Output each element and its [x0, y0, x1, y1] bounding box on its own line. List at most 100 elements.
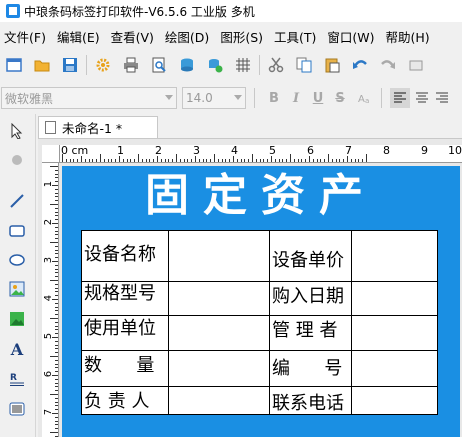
ruler-tick [282, 159, 284, 162]
chevron-down-icon [165, 95, 173, 100]
main-toolbar [0, 50, 462, 80]
field-label-model: 规格型号 [84, 283, 156, 304]
field-label-manager: 管 理 者 [272, 320, 338, 341]
align-left-icon[interactable] [390, 88, 410, 108]
menu-view[interactable]: 查看(V) [107, 27, 161, 46]
ruler-tick [55, 390, 58, 392]
menu-tools[interactable]: 工具(T) [270, 27, 323, 46]
image-tool-icon[interactable] [8, 310, 26, 328]
ruler-tick [50, 356, 58, 357]
ruler-tick [202, 159, 204, 162]
save-icon[interactable] [62, 57, 78, 73]
ruler-tick [55, 295, 58, 297]
ruler-tick [55, 363, 58, 365]
font-family-select[interactable]: 微软雅黑 [1, 87, 177, 109]
print-icon[interactable] [123, 57, 139, 73]
ruler-tick [55, 287, 58, 289]
cut-icon[interactable] [268, 57, 284, 73]
menu-shape[interactable]: 图形(S) [216, 27, 270, 46]
ruler-tick [274, 159, 276, 162]
open-folder-icon[interactable] [34, 57, 50, 73]
ruler-tick [160, 159, 162, 162]
ruler-tick [312, 159, 314, 162]
ruler-tick [233, 156, 234, 162]
new-document-icon[interactable] [6, 57, 22, 73]
ruler-tick [362, 159, 364, 162]
ruler-tick [324, 159, 326, 162]
document-tab[interactable]: 未命名-1 * [38, 116, 158, 138]
menu-help[interactable]: 帮助(H) [382, 27, 437, 46]
underline-button[interactable]: U [307, 91, 329, 106]
ruler-tick [126, 159, 128, 162]
rectangle-tool-icon[interactable] [8, 222, 26, 240]
ruler-tick [55, 226, 58, 228]
more-tools-icon[interactable] [408, 57, 424, 73]
ruler-number: 1 [43, 180, 54, 188]
ruler-tick [55, 291, 58, 293]
chevron-down-icon [234, 95, 242, 100]
ruler-tick [122, 159, 124, 162]
font-size-select[interactable]: 14.0 [182, 87, 246, 109]
table-column-divider [351, 231, 352, 414]
ruler-tick [96, 159, 98, 162]
menu-edit[interactable]: 编辑(E) [53, 27, 107, 46]
asset-info-table[interactable]: 设备名称 设备单价 规格型号 购入日期 使用单位 管 理 者 数 量 编 号 负… [81, 230, 438, 415]
ruler-tick [290, 154, 291, 162]
svg-text:a: a [365, 97, 369, 105]
ruler-tick [55, 310, 58, 312]
ruler-tick [343, 159, 345, 162]
italic-button[interactable]: I [285, 91, 307, 106]
bold-button[interactable]: B [263, 91, 285, 106]
paste-icon[interactable] [324, 57, 340, 73]
ruler-tick [248, 159, 250, 162]
ruler-unit-label: 0 cm [61, 145, 89, 157]
ruler-tick [77, 159, 79, 162]
text-tool-icon[interactable]: A [8, 340, 26, 359]
pan-hand-icon[interactable] [8, 150, 26, 168]
ruler-tick [316, 159, 318, 162]
undo-icon[interactable] [352, 57, 368, 73]
ruler-tick [297, 159, 299, 162]
copy-icon[interactable] [296, 57, 312, 73]
barcode-tool-icon[interactable] [8, 400, 26, 418]
ellipse-tool-icon[interactable] [8, 251, 26, 269]
text-case-icon[interactable]: Aa [357, 90, 373, 106]
ruler-tick [52, 299, 58, 300]
ruler-number: 2 [43, 218, 54, 226]
ruler-tick [358, 159, 360, 162]
line-tool-icon[interactable] [8, 192, 26, 210]
database-settings-icon[interactable] [207, 57, 223, 73]
strikethrough-button[interactable]: S [329, 91, 351, 106]
ruler-tick [52, 223, 58, 224]
ruler-tick [255, 159, 257, 162]
ruler-tick [134, 159, 136, 162]
ruler-number: 9 [421, 145, 428, 157]
menu-window[interactable]: 窗口(W) [323, 27, 381, 46]
field-label-responsible-person: 负 责 人 [84, 391, 150, 412]
grid-icon[interactable] [235, 57, 251, 73]
select-arrow-icon[interactable] [8, 122, 26, 140]
vertical-ruler: 1 2 3 4 5 6 7 [42, 163, 59, 437]
ruler-number: 10 [448, 145, 462, 157]
ruler-tick [55, 348, 58, 350]
ruler-tick [55, 352, 58, 354]
ruler-tick [240, 159, 242, 162]
print-preview-icon[interactable] [151, 57, 167, 73]
ruler-number: 8 [383, 145, 390, 157]
align-center-icon[interactable] [414, 90, 430, 106]
ruler-tick [236, 159, 238, 162]
redo-icon[interactable] [380, 57, 396, 73]
menu-draw[interactable]: 绘图(D) [161, 27, 216, 46]
menu-file[interactable]: 文件(F) [0, 27, 53, 46]
ruler-number: 7 [43, 408, 54, 416]
ruler-tick [55, 314, 58, 316]
database-icon[interactable] [179, 57, 195, 73]
settings-gear-icon[interactable] [95, 57, 111, 73]
ruler-tick [55, 397, 58, 399]
ruler-tick [278, 159, 280, 162]
rich-text-tool-icon[interactable]: R [8, 370, 26, 388]
ruler-tick [81, 156, 82, 162]
align-right-icon[interactable] [434, 90, 450, 106]
label-title-text[interactable]: 固定资产 [62, 168, 460, 224]
picture-tool-icon[interactable] [8, 280, 26, 298]
